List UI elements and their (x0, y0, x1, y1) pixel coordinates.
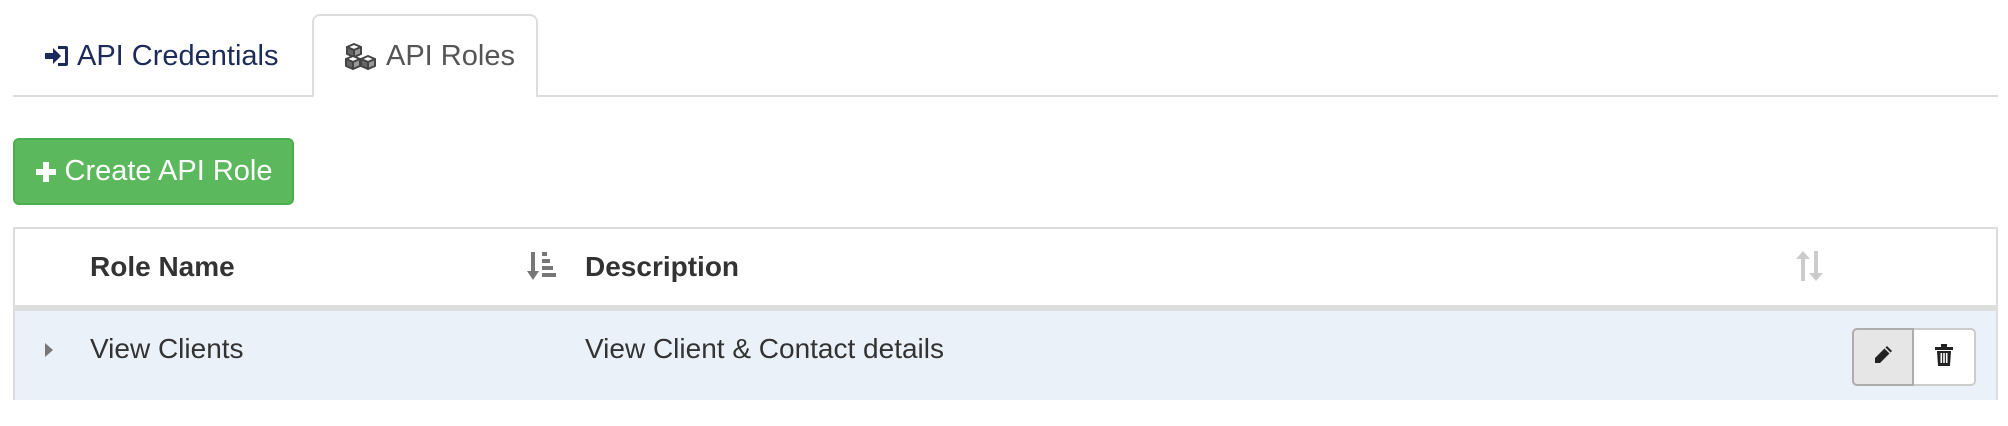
role-name-cell: View Clients (90, 333, 244, 364)
column-header-role-name[interactable]: Role Name (90, 229, 235, 305)
plus-icon (35, 161, 57, 183)
row-action-buttons (1852, 328, 1976, 386)
create-api-role-label: Create API Role (64, 155, 273, 187)
caret-right-icon[interactable] (39, 338, 59, 362)
description-cell: View Client & Contact details (585, 333, 944, 364)
pencil-icon (1872, 344, 1894, 371)
edit-button[interactable] (1852, 328, 1914, 386)
table-row[interactable]: View Clients View Client & Contact detai… (15, 311, 1996, 400)
column-header-description[interactable]: Description (585, 229, 739, 305)
sort-icon[interactable] (1795, 249, 1825, 288)
tab-bar: API Credentials API Roles (13, 0, 1998, 98)
tab-api-credentials[interactable]: API Credentials (13, 14, 312, 98)
column-header-role-name-label: Role Name (90, 251, 235, 282)
sign-in-icon (43, 44, 69, 68)
delete-button[interactable] (1914, 328, 1976, 386)
trash-icon (1934, 343, 1954, 372)
create-api-role-button[interactable]: Create API Role (13, 138, 294, 205)
table-header: Role Name Description (15, 229, 1996, 311)
tab-api-roles-label: API Roles (386, 39, 515, 72)
cubes-icon (344, 42, 378, 70)
api-roles-table: Role Name Description View Clients View … (13, 227, 1998, 400)
sort-amount-asc-icon[interactable] (526, 249, 556, 288)
column-header-description-label: Description (585, 251, 740, 282)
tab-api-roles[interactable]: API Roles (312, 14, 538, 98)
tab-api-credentials-label: API Credentials (77, 39, 279, 72)
